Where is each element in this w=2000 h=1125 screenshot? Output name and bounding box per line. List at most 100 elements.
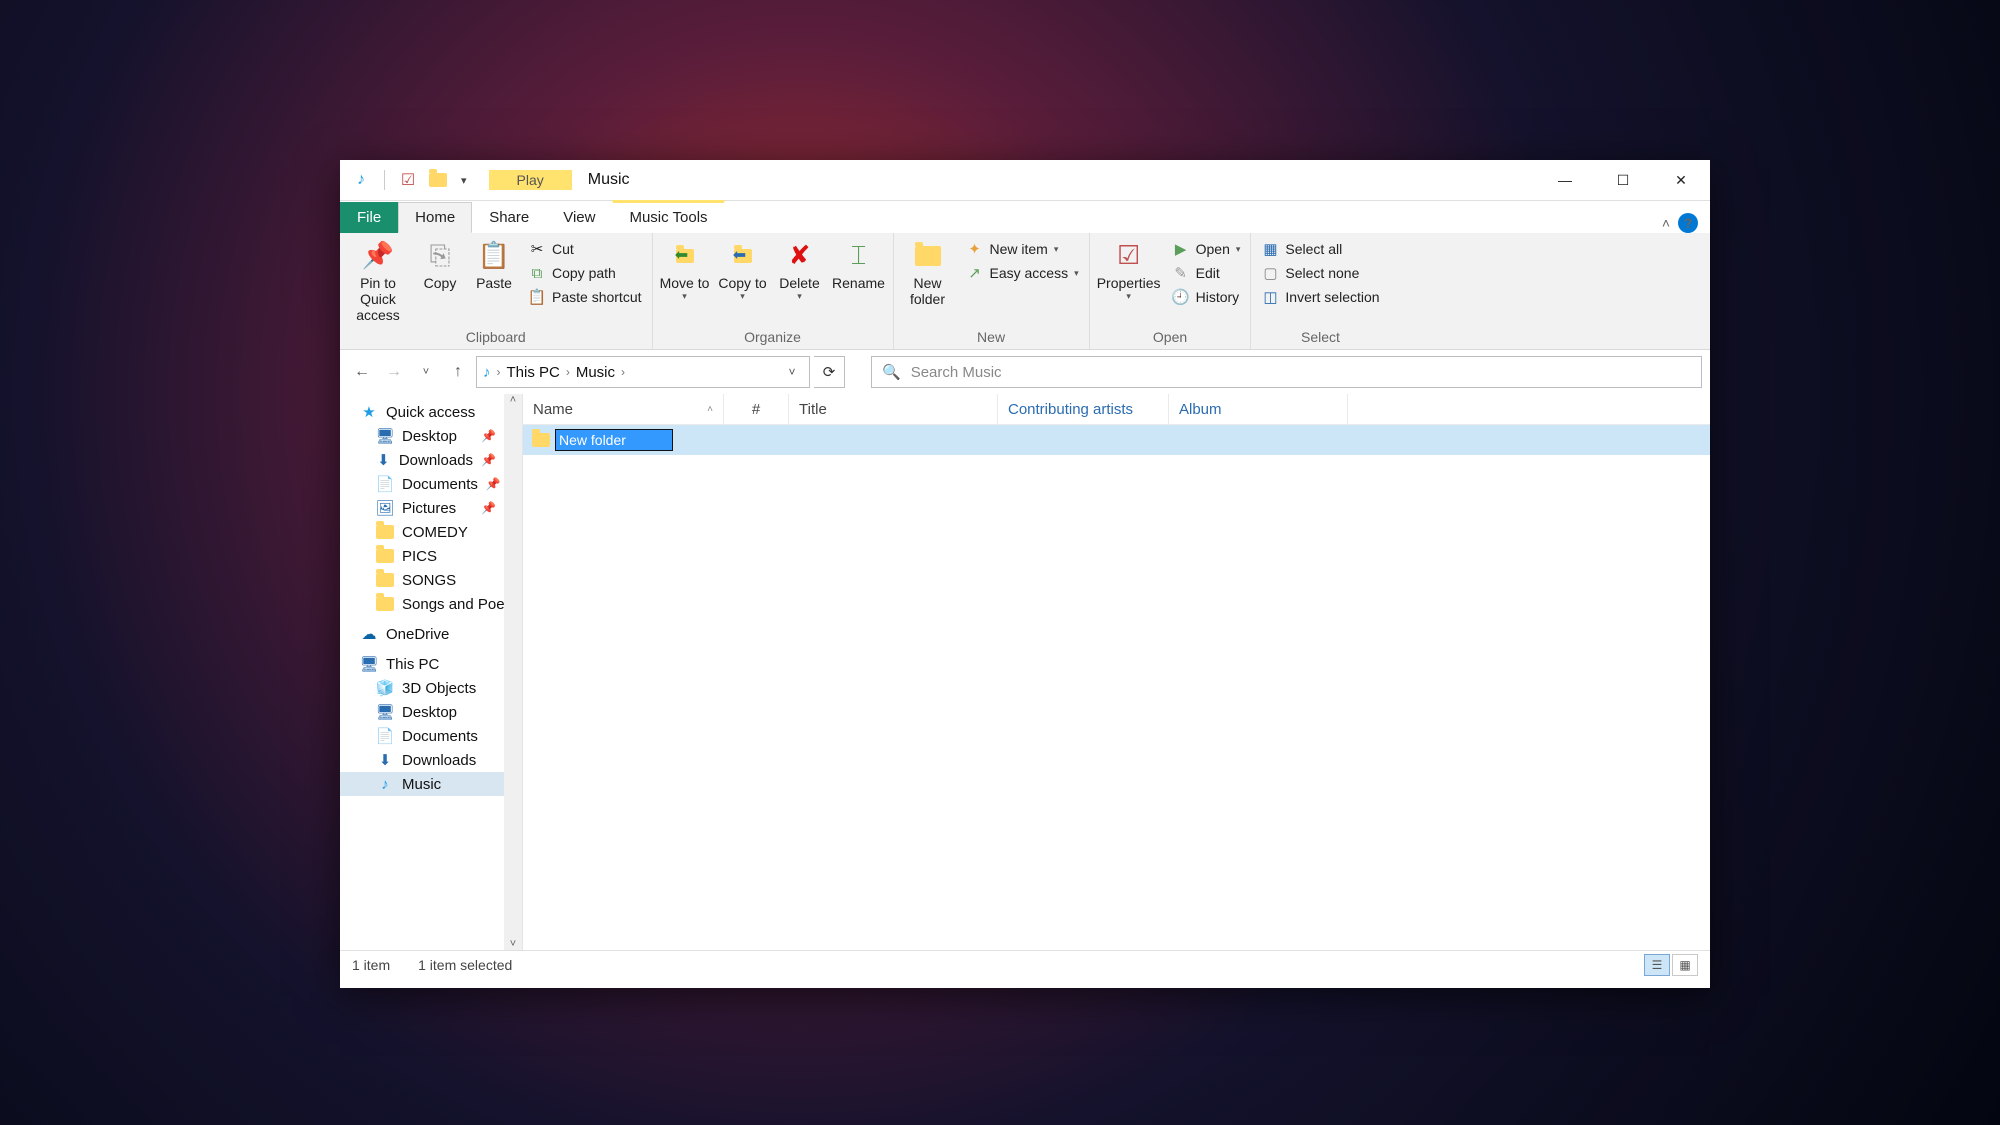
sidebar-item-3d-objects[interactable]: 🧊3D Objects [340,676,522,700]
tab-home[interactable]: Home [398,202,472,233]
sidebar-item-onedrive[interactable]: ☁OneDrive [340,622,522,646]
column-name[interactable]: Name˄ [523,394,724,424]
sidebar-item-this-pc[interactable]: 🖥This PC [340,652,522,676]
new-item-icon: ✦ [966,240,984,258]
folder-icon [376,595,394,613]
paste-button[interactable]: 📋 Paste [470,235,518,291]
properties-qat-icon[interactable]: ☑ [397,169,419,191]
cut-button[interactable]: ✂Cut [524,239,646,259]
recent-locations-button[interactable]: ˅ [412,358,440,386]
breadcrumb-music[interactable]: Music [576,364,615,381]
selection-count: 1 item selected [418,957,512,973]
table-row[interactable] [523,425,1710,455]
select-none-button[interactable]: ▢Select none [1257,263,1383,283]
ribbon-tabs: File Home Share View Music Tools ˄ ? [340,201,1710,233]
scroll-down-icon[interactable]: ˅ [510,938,516,950]
move-to-icon: ⬅ [668,239,702,273]
ribbon-group-new: New folder ✦New item ▾ ↗Easy access ▾ Ne… [894,233,1090,349]
separator [384,170,385,190]
new-folder-icon [911,239,945,273]
group-label-organize: Organize [659,327,887,349]
pin-quick-access-button[interactable]: 📌 Pin to Quick access [346,235,410,323]
chevron-right-icon[interactable]: › [497,365,501,379]
sidebar-item-music[interactable]: ♪Music [340,772,522,796]
sidebar-item-desktop-2[interactable]: 🖥Desktop [340,700,522,724]
refresh-button[interactable]: ⟳ [814,356,845,388]
qat-dropdown-icon[interactable]: ▾ [457,174,471,187]
column-headers: Name˄ # Title Contributing artists Album [523,394,1710,425]
scroll-up-icon[interactable]: ˄ [510,394,516,406]
tab-music-tools[interactable]: Music Tools [612,200,724,233]
tab-share[interactable]: Share [472,202,546,233]
sidebar-item-songs[interactable]: SONGS [340,568,522,592]
paste-shortcut-button[interactable]: 📋Paste shortcut [524,287,646,307]
chevron-right-icon[interactable]: › [566,365,570,379]
open-button[interactable]: ▶Open ▾ [1168,239,1245,259]
new-item-button[interactable]: ✦New item ▾ [962,239,1083,259]
paste-shortcut-icon: 📋 [528,288,546,306]
forward-button[interactable]: → [380,358,408,386]
copy-to-button[interactable]: ⬅ Copy to▾ [717,235,769,301]
folder-icon [376,571,394,589]
navigation-pane: ★Quick access 🖥Desktop📌 ⬇Downloads📌 📄Doc… [340,394,523,950]
copy-path-icon: ⧉ [528,264,546,282]
column-number[interactable]: # [724,394,789,424]
column-album[interactable]: Album [1169,394,1348,424]
window-controls: — ☐ ✕ [1536,160,1710,200]
new-folder-button[interactable]: New folder [900,235,956,307]
sidebar-scrollbar[interactable]: ˄˅ [504,394,522,950]
select-all-button[interactable]: ▦Select all [1257,239,1383,259]
delete-button[interactable]: ✘ Delete▾ [775,235,825,301]
maximize-button[interactable]: ☐ [1594,160,1652,200]
invert-selection-button[interactable]: ◫Invert selection [1257,287,1383,307]
copy-path-button[interactable]: ⧉Copy path [524,263,646,283]
easy-access-button[interactable]: ↗Easy access ▾ [962,263,1083,283]
sidebar-item-downloads-2[interactable]: ⬇Downloads [340,748,522,772]
history-button[interactable]: 🕘History [1168,287,1245,307]
folder-icon [376,547,394,565]
help-icon[interactable]: ? [1678,213,1698,233]
sidebar-item-comedy[interactable]: COMEDY [340,520,522,544]
documents-icon: 📄 [376,727,394,745]
copy-button[interactable]: ⎘ Copy [416,235,464,291]
rename-input[interactable] [555,429,673,451]
details-view-button[interactable]: ☰ [1644,954,1670,976]
back-button[interactable]: ← [348,358,376,386]
3d-objects-icon: 🧊 [376,679,394,697]
sidebar-item-documents[interactable]: 📄Documents📌 [340,472,522,496]
easy-access-icon: ↗ [966,264,984,282]
edit-button[interactable]: ✎Edit [1168,263,1245,283]
thumbnails-view-button[interactable]: ▦ [1672,954,1698,976]
sidebar-item-pictures[interactable]: 🖼Pictures📌 [340,496,522,520]
desktop-icon: 🖥 [376,703,394,721]
sidebar-item-documents-2[interactable]: 📄Documents [340,724,522,748]
column-contributing-artists[interactable]: Contributing artists [998,394,1169,424]
item-count: 1 item [352,957,390,973]
breadcrumb[interactable]: ♪ › This PC › Music › ˅ [476,356,810,388]
chevron-right-icon[interactable]: › [621,365,625,379]
tab-file[interactable]: File [340,202,398,233]
sidebar-item-songs-poems[interactable]: Songs and Poem [340,592,522,616]
close-button[interactable]: ✕ [1652,160,1710,200]
sidebar-item-pics[interactable]: PICS [340,544,522,568]
minimize-button[interactable]: — [1536,160,1594,200]
breadcrumb-this-pc[interactable]: This PC [507,364,560,381]
column-title[interactable]: Title [789,394,998,424]
move-to-button[interactable]: ⬅ Move to▾ [659,235,711,301]
group-label-open: Open [1096,327,1245,349]
sidebar-item-desktop[interactable]: 🖥Desktop📌 [340,424,522,448]
collapse-ribbon-icon[interactable]: ˄ [1662,215,1670,231]
tab-view[interactable]: View [546,202,612,233]
folder-qat-icon[interactable] [427,169,449,191]
search-icon: 🔍 [882,363,901,381]
onedrive-icon: ☁ [360,625,378,643]
sidebar-item-downloads[interactable]: ⬇Downloads📌 [340,448,522,472]
sidebar-item-quick-access[interactable]: ★Quick access [340,400,522,424]
up-button[interactable]: ↑ [444,358,472,386]
properties-button[interactable]: ☑ Properties▾ [1096,235,1162,301]
ribbon-group-clipboard: 📌 Pin to Quick access ⎘ Copy 📋 Paste ✂Cu… [340,233,653,349]
search-input[interactable]: 🔍 Search Music [871,356,1702,388]
address-dropdown-icon[interactable]: ˅ [781,365,803,379]
rename-button[interactable]: ⌶ Rename [831,235,887,291]
select-all-icon: ▦ [1261,240,1279,258]
